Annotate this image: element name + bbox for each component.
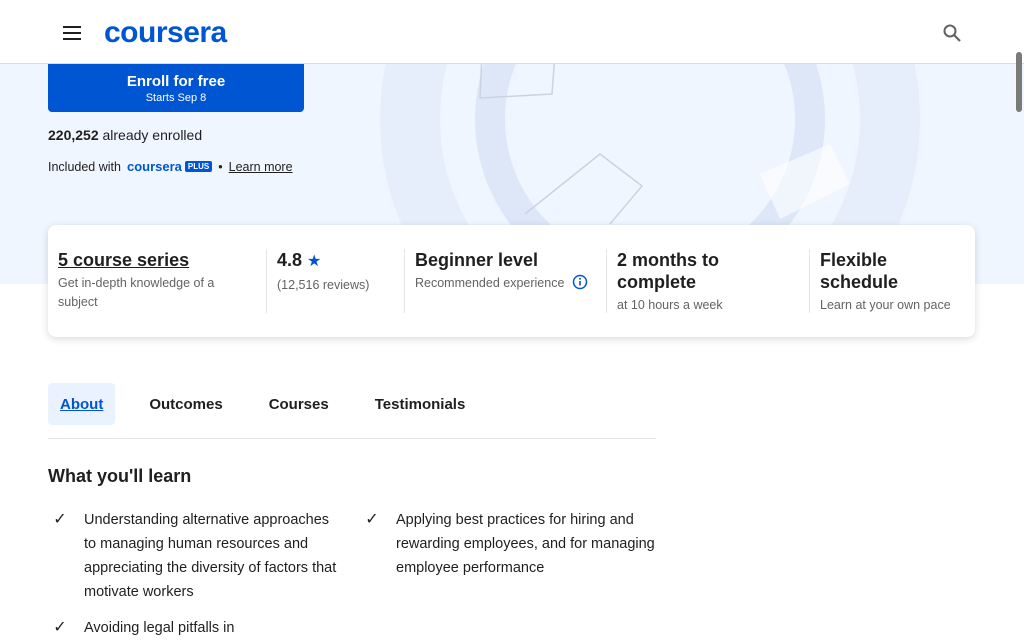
learn-item: ✓ Avoiding legal pitfalls in: [48, 616, 344, 640]
section-tabs: About Outcomes Courses Testimonials: [48, 383, 656, 439]
learn-item-text: Understanding alternative approaches to …: [84, 512, 337, 600]
enroll-start-date: Starts Sep 8: [145, 91, 207, 104]
check-icon: ✓: [365, 511, 379, 528]
info-duration: 2 months to complete at 10 hours a week: [606, 249, 809, 313]
enroll-button[interactable]: Enroll for free Starts Sep 8: [48, 64, 304, 112]
info-series: 5 course series Get in-depth knowledge o…: [48, 249, 266, 313]
level-sub-text: Recommended experience: [415, 276, 565, 290]
info-schedule: Flexible schedule Learn at your own pace: [809, 249, 975, 313]
search-button[interactable]: [927, 8, 977, 58]
learn-heading: What you'll learn: [48, 466, 192, 486]
tab-outcomes[interactable]: Outcomes: [137, 383, 234, 425]
rating-row: 4.8 ★: [277, 249, 394, 273]
rating-value: 4.8: [277, 250, 303, 270]
plus-badge: PLUS: [184, 161, 213, 172]
page-scrollbar[interactable]: [1016, 52, 1022, 112]
level-title: Beginner level: [415, 250, 539, 270]
tab-testimonials[interactable]: Testimonials: [363, 383, 478, 425]
info-icon[interactable]: [572, 274, 588, 290]
search-icon: [943, 24, 961, 42]
reviews-count: (12,516 reviews): [277, 278, 370, 292]
enrolled-count: 220,252 already enrolled: [48, 127, 202, 143]
tab-about[interactable]: About: [48, 383, 116, 425]
learn-more-link[interactable]: Learn more: [229, 160, 293, 174]
learn-item: ✓ Applying best practices for hiring and…: [360, 508, 656, 580]
coursera-logo[interactable]: coursera: [104, 16, 227, 50]
included-label: Included with: [48, 159, 121, 174]
bullet-separator: •: [218, 159, 223, 174]
star-icon: ★: [307, 253, 322, 270]
check-icon: ✓: [53, 511, 67, 528]
schedule-subtitle: Learn at your own pace: [820, 298, 951, 312]
schedule-title: Flexible schedule: [820, 250, 899, 292]
info-level: Beginner level Recommended experience: [404, 249, 606, 313]
learn-item: ✓ Understanding alternative approaches t…: [48, 508, 344, 604]
series-link[interactable]: 5 course series: [58, 249, 256, 271]
enrolled-number: 220,252: [48, 127, 99, 143]
enrolled-suffix: already enrolled: [98, 127, 203, 143]
level-subtitle: Recommended experience: [415, 274, 596, 293]
duration-title: 2 months to complete: [617, 250, 719, 292]
tab-courses[interactable]: Courses: [257, 383, 341, 425]
top-header: coursera: [0, 0, 1024, 64]
menu-button[interactable]: [47, 8, 97, 58]
info-rating: 4.8 ★ (12,516 reviews): [266, 249, 404, 313]
duration-subtitle: at 10 hours a week: [617, 298, 723, 312]
menu-icon: [63, 26, 81, 40]
enroll-label: Enroll for free: [126, 72, 226, 90]
learn-item-text: Applying best practices for hiring and r…: [396, 512, 655, 576]
coursera-plus-logo: coursera PLUS: [126, 159, 213, 174]
course-info-card: 5 course series Get in-depth knowledge o…: [48, 225, 975, 337]
plus-logo-text: coursera: [126, 159, 182, 174]
check-icon: ✓: [53, 619, 67, 636]
learn-item-text: Avoiding legal pitfalls in: [84, 620, 235, 636]
series-subtitle: Get in-depth knowledge of a subject: [58, 276, 215, 309]
included-with: Included with coursera PLUS • Learn more: [48, 159, 293, 174]
